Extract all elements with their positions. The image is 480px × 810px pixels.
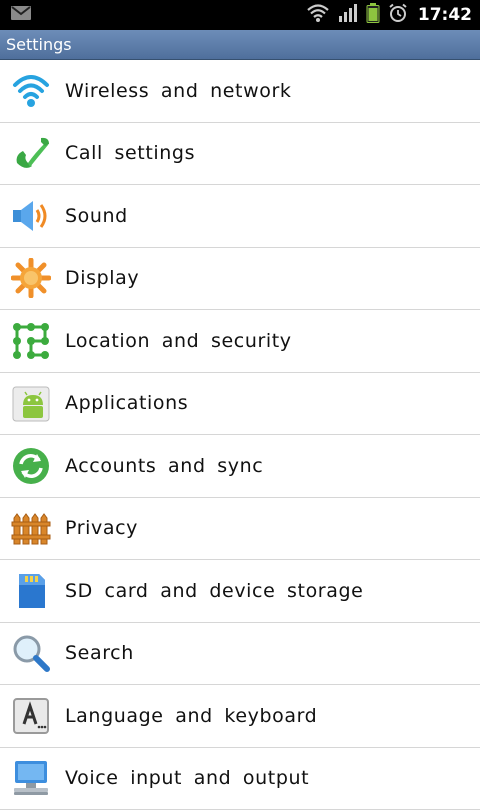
title-bar: Settings xyxy=(0,30,480,60)
settings-item-sound[interactable]: Sound xyxy=(0,185,480,248)
settings-item-label: Sound xyxy=(65,205,128,227)
magnifier-icon xyxy=(11,633,51,673)
android-icon xyxy=(11,383,51,423)
settings-item-label: Call settings xyxy=(65,142,195,164)
page-title: Settings xyxy=(6,35,72,54)
signal-icon xyxy=(338,4,358,26)
status-clock: 17:42 xyxy=(418,5,472,25)
settings-item-label: Language and keyboard xyxy=(65,705,317,727)
settings-item-display[interactable]: Display xyxy=(0,248,480,311)
settings-item-label: Voice input and output xyxy=(65,767,309,789)
settings-list: Wireless and network Call settings Sound xyxy=(0,60,480,810)
battery-icon xyxy=(366,3,380,27)
settings-item-accounts-and-sync[interactable]: Accounts and sync xyxy=(0,435,480,498)
monitor-icon xyxy=(11,758,51,798)
settings-item-privacy[interactable]: Privacy xyxy=(0,498,480,561)
sync-icon xyxy=(11,446,51,486)
settings-item-call-settings[interactable]: Call settings xyxy=(0,123,480,186)
fence-icon xyxy=(11,508,51,548)
alarm-icon xyxy=(388,3,408,27)
wifi-icon xyxy=(306,3,330,27)
keyboard-key-icon xyxy=(11,696,51,736)
settings-item-label: Location and security xyxy=(65,330,292,352)
settings-item-label: Display xyxy=(65,267,139,289)
sun-icon xyxy=(11,258,51,298)
pattern-lock-icon xyxy=(11,321,51,361)
status-bar: 17:42 xyxy=(0,0,480,30)
settings-item-search[interactable]: Search xyxy=(0,623,480,686)
settings-item-sd-card-and-device-storage[interactable]: SD card and device storage xyxy=(0,560,480,623)
settings-item-language-and-keyboard[interactable]: Language and keyboard xyxy=(0,685,480,748)
phone-icon xyxy=(11,133,51,173)
sd-card-icon xyxy=(11,571,51,611)
settings-item-label: Applications xyxy=(65,392,188,414)
speaker-icon xyxy=(11,196,51,236)
settings-item-label: SD card and device storage xyxy=(65,580,363,602)
settings-item-label: Privacy xyxy=(65,517,138,539)
wifi-icon xyxy=(11,71,51,111)
settings-item-location-and-security[interactable]: Location and security xyxy=(0,310,480,373)
settings-item-applications[interactable]: Applications xyxy=(0,373,480,436)
settings-item-voice-input-and-output[interactable]: Voice input and output xyxy=(0,748,480,810)
settings-item-wireless-and-network[interactable]: Wireless and network xyxy=(0,60,480,123)
settings-item-label: Search xyxy=(65,642,134,664)
mail-icon xyxy=(10,5,32,25)
settings-item-label: Accounts and sync xyxy=(65,455,263,477)
settings-item-label: Wireless and network xyxy=(65,80,291,102)
